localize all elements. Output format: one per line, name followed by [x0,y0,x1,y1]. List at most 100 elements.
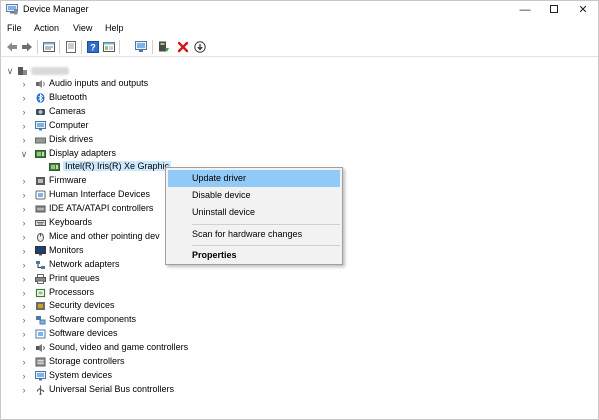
title-bar[interactable]: Device Manager — ✕ [1,1,598,19]
chevron-right-icon[interactable]: › [19,244,29,258]
chevron-right-icon[interactable]: › [19,230,29,244]
menu-view[interactable]: View [73,23,92,33]
context-menu: Update driver Disable device Uninstall d… [165,167,343,265]
tree-item-label: Human Interface Devices [49,189,151,200]
storage-icon [35,357,46,367]
tree-item[interactable]: › Computer [1,119,201,133]
disable-device-menu-item[interactable]: Disable device [168,187,340,204]
system-icon [35,370,46,381]
uninstall-icon[interactable] [177,41,189,53]
tree-item-label: Audio inputs and outputs [49,78,149,88]
chevron-right-icon[interactable]: › [19,105,29,119]
chevron-right-icon[interactable]: › [19,258,29,272]
tree-item-label: Display adapters [49,147,117,158]
tree-item-label: Software components [49,314,137,325]
hid-icon [35,190,46,200]
display-adapter-icon [35,149,46,158]
keyboard-icon [35,220,46,226]
tree-item-label: Mice and other pointing dev [49,230,160,241]
minimize-button[interactable]: — [510,1,540,19]
properties-menu-item[interactable]: Properties [168,247,340,264]
chevron-right-icon[interactable]: › [19,355,29,369]
chevron-right-icon[interactable]: › [19,119,29,133]
close-button[interactable]: ✕ [568,1,598,19]
menu-separator [192,245,340,246]
menu-bar: File Action View Help [1,20,598,36]
scan-hardware-icon[interactable] [135,41,147,53]
tree-item-label: Bluetooth [49,91,88,102]
tree-item[interactable]: › Cameras [1,105,201,119]
menu-file[interactable]: File [7,23,22,33]
menu-action[interactable]: Action [34,23,59,33]
chevron-down-icon[interactable]: ∨ [19,147,29,161]
tree-item[interactable]: › Disk drives [1,133,201,147]
tree-item[interactable]: › Storage controllers [1,355,201,369]
tree-item[interactable]: › Processors [1,286,201,300]
chevron-right-icon[interactable]: › [19,327,29,341]
toolbar-separator [59,40,60,54]
tree-item-label: System devices [49,369,113,380]
chevron-right-icon[interactable]: › [19,313,29,327]
processor-icon [35,288,46,297]
update-driver-icon[interactable] [158,41,170,53]
tree-item[interactable]: › Universal Serial Bus controllers [1,383,201,397]
device-manager-icon [6,4,18,15]
chevron-right-icon[interactable]: › [19,174,29,188]
menu-help[interactable]: Help [105,23,124,33]
tree-item[interactable]: › Software devices [1,327,201,341]
tree-item-label: Software devices [49,328,118,339]
tree-item[interactable]: › Audio inputs and outputs [1,77,201,91]
camera-icon [36,108,45,115]
update-driver-menu-item[interactable]: Update driver [168,170,340,187]
uninstall-device-menu-item[interactable]: Uninstall device [168,204,340,221]
tree-item-label: Keyboards [49,217,93,227]
scan-hardware-menu-item[interactable]: Scan for hardware changes [168,226,340,243]
chevron-down-icon[interactable]: ∨ [5,64,15,78]
chevron-right-icon[interactable]: › [19,272,29,286]
action-view-icon[interactable] [103,41,115,53]
chevron-right-icon[interactable]: › [19,188,29,202]
chevron-right-icon[interactable]: › [19,383,29,397]
tree-item-label: Intel(R) Iris(R) Xe Graphic [63,161,172,172]
speaker-icon [36,80,45,88]
tree-item[interactable]: ∨ Display adapters [1,147,201,161]
help-icon[interactable]: ? [87,41,99,53]
tree-item[interactable]: › Security devices [1,299,201,313]
maximize-icon [550,5,558,14]
tree-root[interactable]: ∨ [1,64,201,78]
display-adapter-icon [49,163,60,172]
tree-item[interactable]: › System devices [1,369,201,383]
disable-icon[interactable] [194,41,206,53]
svg-text:?: ? [90,43,96,53]
security-icon [36,302,45,311]
tree-item[interactable]: › Sound, video and game controllers [1,341,201,355]
chevron-right-icon[interactable]: › [19,133,29,147]
tree-item-label: Firmware [49,175,87,186]
mouse-icon [37,232,44,242]
tree-item[interactable]: Intel(R) Iris(R) Xe Graphic [1,160,181,174]
tree-item-label: Computer [49,119,89,130]
chevron-right-icon[interactable]: › [19,216,29,230]
show-hidden-icon[interactable] [65,41,77,53]
chevron-right-icon[interactable]: › [19,286,29,300]
tree-item-label: IDE ATA/ATAPI controllers [49,203,154,214]
maximize-button[interactable] [539,1,569,19]
back-arrow-icon[interactable] [6,41,18,53]
chevron-right-icon[interactable]: › [19,299,29,313]
tree-item-label: Security devices [49,300,115,311]
tree-item[interactable]: › Print queues [1,272,201,286]
chevron-right-icon[interactable]: › [19,369,29,383]
chevron-right-icon[interactable]: › [19,91,29,105]
tree-item[interactable]: › Bluetooth [1,91,201,105]
usb-icon [36,385,45,395]
monitor-icon [35,245,46,256]
tree-item[interactable]: › Software components [1,313,201,327]
chevron-right-icon[interactable]: › [19,77,29,91]
printer-icon [35,273,46,284]
forward-arrow-icon[interactable] [21,41,33,53]
blurred-computer-name [31,67,69,75]
properties-icon[interactable] [43,41,55,53]
chevron-right-icon[interactable]: › [19,341,29,355]
chevron-right-icon[interactable]: › [19,202,29,216]
ide-icon [35,205,46,213]
